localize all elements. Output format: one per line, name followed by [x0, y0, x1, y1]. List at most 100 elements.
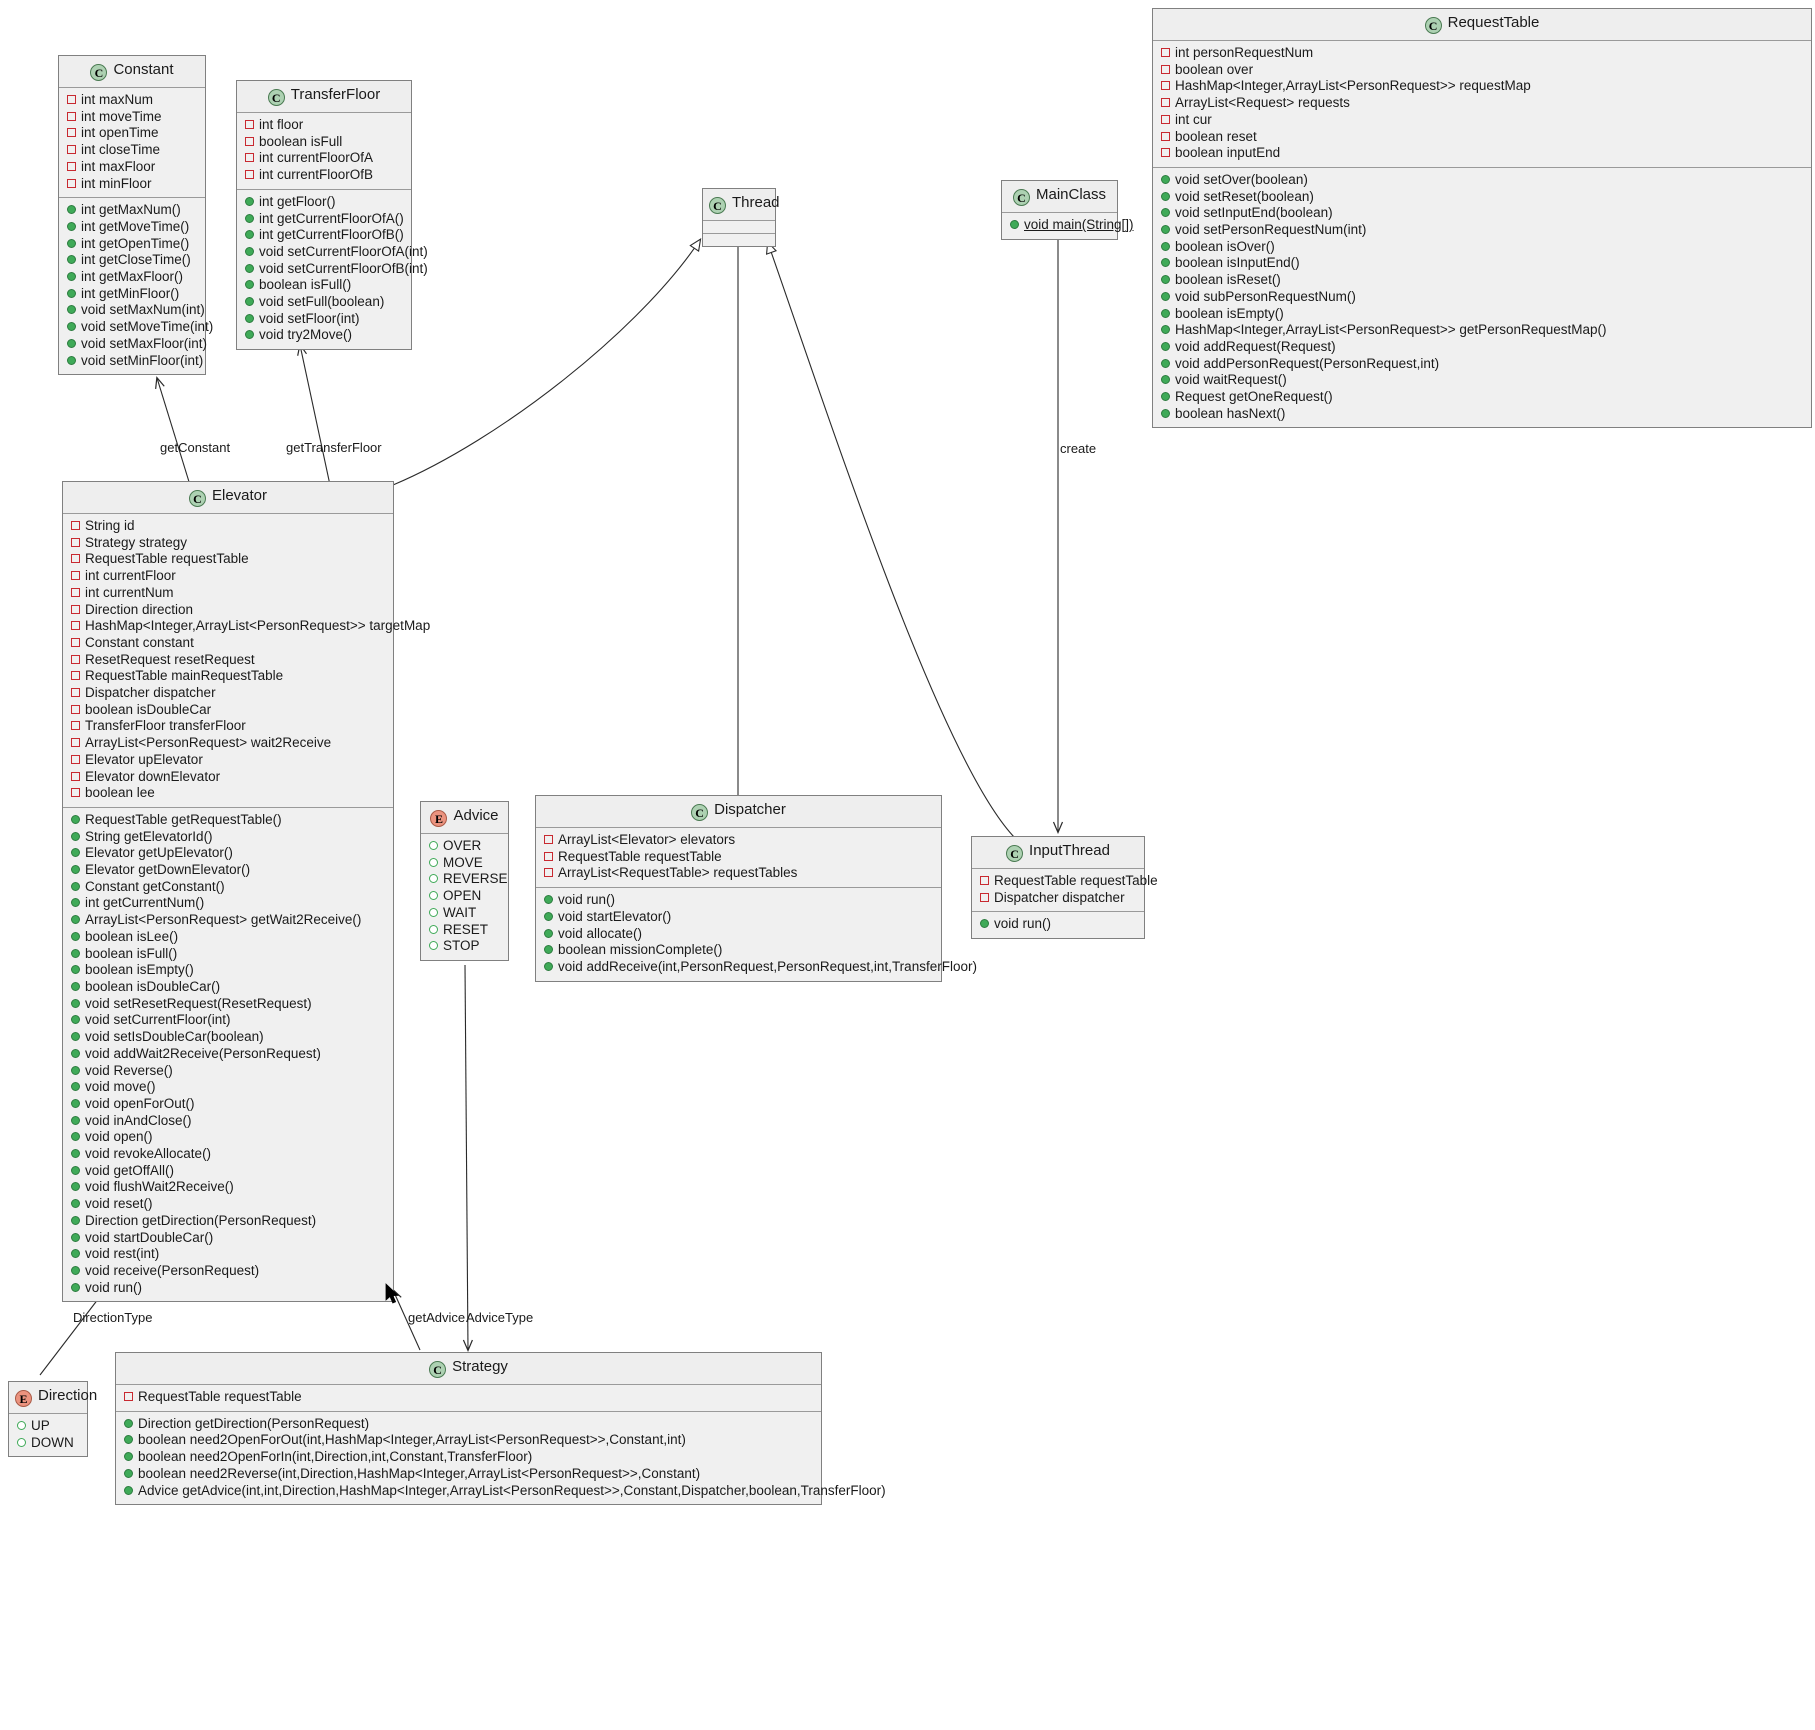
enum-value-row: OVER: [421, 838, 508, 855]
method-row-static-main: void main(String[]): [1002, 217, 1134, 234]
class-box-elevator[interactable]: C Elevator String id Strategy strategy Re…: [62, 481, 430, 1303]
class-badge-icon: C: [90, 64, 108, 81]
method-row: void setIsDoubleCar(boolean): [63, 1029, 393, 1046]
private-marker-icon: [71, 671, 80, 681]
private-marker-icon: [1161, 98, 1170, 108]
public-marker-icon: [71, 1215, 80, 1225]
enum-box-advice[interactable]: E Advice OVER MOVE REVERSE OPEN WAIT RESE…: [420, 801, 509, 961]
class-box-thread[interactable]: C Thread: [702, 188, 780, 247]
class-box-strategy[interactable]: C Strategy RequestTable requestTable Dire…: [115, 1352, 886, 1506]
method-row: boolean isFull(): [63, 946, 393, 963]
private-marker-icon: [71, 604, 80, 614]
field-row: boolean inputEnd: [1153, 145, 1811, 162]
method-row: void setFloor(int): [237, 311, 411, 328]
public-marker-icon: [124, 1468, 133, 1478]
class-box-dispatcher[interactable]: C Dispatcher ArrayList<Elevator> elevator…: [535, 795, 977, 982]
method-row: void getOffAll(): [63, 1163, 393, 1180]
private-marker-icon: [67, 145, 76, 155]
class-badge-icon: C: [429, 1361, 447, 1378]
method-row: HashMap<Integer,ArrayList<PersonRequest>…: [1153, 322, 1811, 339]
enum-value-row: OPEN: [421, 888, 508, 905]
class-title-mainclass: C MainClass: [1002, 181, 1117, 213]
method-row: void setCurrentFloorOfA(int): [237, 244, 428, 261]
method-row: void receive(PersonRequest): [63, 1263, 393, 1280]
enum-box-direction[interactable]: E Direction UP DOWN: [8, 1381, 97, 1458]
class-name: Strategy: [452, 1358, 508, 1375]
private-marker-icon: [71, 621, 80, 631]
public-marker-icon: [1161, 341, 1170, 351]
private-marker-icon: [71, 688, 80, 698]
private-marker-icon: [71, 571, 80, 581]
method-row: boolean need2OpenForIn(int,Direction,int…: [116, 1449, 821, 1466]
enum-name: Advice: [453, 807, 499, 824]
class-box-constant[interactable]: C Constant int maxNum int moveTime int op…: [58, 55, 213, 376]
class-box-transferfloor[interactable]: C TransferFloor int floor boolean isFull …: [236, 80, 428, 351]
public-marker-icon: [124, 1485, 133, 1495]
field-row: ArrayList<RequestTable> requestTables: [536, 865, 941, 882]
fields-section: RequestTable requestTable Dispatcher dis…: [972, 869, 1158, 913]
field-row: ResetRequest resetRequest: [63, 652, 393, 669]
field-row: boolean reset: [1153, 129, 1811, 146]
method-row: boolean isFull(): [237, 277, 411, 294]
method-row: void setFull(boolean): [237, 294, 411, 311]
field-row: TransferFloor transferFloor: [63, 718, 393, 735]
methods-section: RequestTable getRequestTable() String ge…: [63, 808, 393, 1301]
class-box-inputthread[interactable]: C InputThread RequestTable requestTable D…: [971, 836, 1158, 940]
private-marker-icon: [245, 136, 254, 146]
field-row: RequestTable requestTable: [536, 849, 941, 866]
private-marker-icon: [980, 876, 989, 885]
enum-value-marker-icon: [17, 1437, 26, 1447]
method-row: int getOpenTime(): [59, 236, 205, 253]
edge-label-gettransferfloor: getTransferFloor: [286, 440, 382, 455]
public-marker-icon: [71, 1065, 80, 1075]
public-marker-icon: [1161, 174, 1170, 184]
method-row: int getCurrentFloorOfA(): [237, 211, 411, 228]
method-row: int getCloseTime(): [59, 252, 205, 269]
methods-section: Direction getDirection(PersonRequest) bo…: [116, 1412, 886, 1505]
public-marker-icon: [544, 945, 553, 955]
field-row: int closeTime: [59, 142, 205, 159]
class-name: TransferFloor: [290, 86, 381, 103]
public-marker-icon: [71, 1048, 80, 1058]
method-row: Request getOneRequest(): [1153, 389, 1811, 406]
fields-section: int floor boolean isFull int currentFloo…: [237, 113, 411, 190]
method-row: void setMaxFloor(int): [59, 336, 207, 353]
class-box-mainclass[interactable]: C MainClass void main(String[]): [1001, 180, 1134, 240]
public-marker-icon: [71, 915, 80, 925]
field-row: boolean isDoubleCar: [63, 702, 393, 719]
method-row: void run(): [536, 892, 941, 909]
uml-diagram-canvas: C Constant int maxNum int moveTime int op…: [0, 0, 1815, 1730]
public-marker-icon: [1161, 191, 1170, 201]
method-row: void open(): [63, 1129, 393, 1146]
method-row: void flushWait2Receive(): [63, 1179, 393, 1196]
enum-value-marker-icon: [429, 924, 438, 934]
public-marker-icon: [67, 355, 76, 365]
fields-section: int maxNum int moveTime int openTime int…: [59, 88, 205, 199]
private-marker-icon: [71, 654, 80, 664]
method-row: int getMaxFloor(): [59, 269, 205, 286]
method-row: void Reverse(): [63, 1063, 393, 1080]
method-row: ArrayList<PersonRequest> getWait2Receive…: [63, 912, 393, 929]
private-marker-icon: [71, 721, 80, 731]
public-marker-icon: [1161, 225, 1170, 235]
method-row: void setMoveTime(int): [59, 319, 213, 336]
public-marker-icon: [71, 948, 80, 958]
field-row: int currentFloor: [63, 568, 393, 585]
public-marker-icon: [71, 1032, 80, 1042]
field-row: int moveTime: [59, 109, 205, 126]
public-marker-icon: [67, 205, 76, 215]
public-marker-icon: [245, 196, 254, 206]
public-marker-icon: [245, 213, 254, 223]
field-row: boolean lee: [63, 785, 393, 802]
edge-label-getadvice: getAdvice: [408, 1310, 466, 1325]
method-row: Advice getAdvice(int,int,Direction,HashM…: [116, 1483, 886, 1500]
class-box-requesttable[interactable]: C RequestTable int personRequestNum boole…: [1152, 8, 1812, 429]
method-row: void openForOut(): [63, 1096, 393, 1113]
fields-section: int personRequestNum boolean over HashMa…: [1153, 41, 1811, 168]
edge-label-create: create: [1060, 441, 1097, 456]
edge-label-directiontype: DirectionType: [73, 1310, 153, 1325]
methods-section: int getFloor() int getCurrentFloorOfA() …: [237, 190, 428, 349]
public-marker-icon: [1161, 291, 1170, 301]
method-row: void addRequest(Request): [1153, 339, 1811, 356]
public-marker-icon: [245, 263, 254, 273]
